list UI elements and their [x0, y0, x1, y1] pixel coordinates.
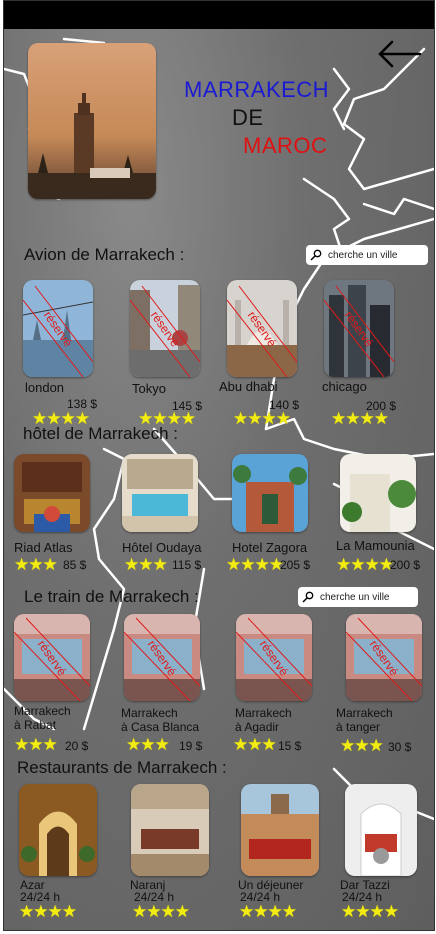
- train-route-line2: à Rabat: [14, 718, 57, 732]
- section-title-train: Le train de Marrakech :: [24, 587, 199, 606]
- train-price-casablanca: 19 $: [179, 739, 203, 753]
- rating-stars: ★★★: [340, 736, 384, 755]
- flight-name-chicago: chicago: [322, 379, 367, 394]
- search-input-train[interactable]: cherche un ville: [298, 587, 418, 607]
- train-route-line2: à Agadir: [235, 720, 280, 734]
- rating-stars: ★★★★: [341, 902, 399, 921]
- flight-card-tokyo[interactable]: réservé: [130, 280, 200, 377]
- rating-stars: ★★★★: [239, 902, 297, 921]
- train-price-rabat: 20 $: [65, 739, 89, 753]
- train-route-line2: à tanger: [336, 720, 381, 734]
- app-screen: MARRAKECH DE MAROC Avion de Marrakech : …: [3, 0, 435, 931]
- train-route-line1: Marrakech: [336, 706, 393, 720]
- train-route-line2: à Casa Blanca: [121, 720, 200, 734]
- hotel-price-oudaya: 115 $: [172, 558, 202, 572]
- hotel-name-zagora: Hotel Zagora: [232, 540, 308, 555]
- train-price-agadir: 15 $: [278, 739, 302, 753]
- flight-name-abu-dhabi: Abu dhabi: [219, 379, 278, 394]
- title-de: DE: [232, 105, 264, 130]
- search-icon: [302, 591, 314, 603]
- train-price-tanger: 30 $: [388, 740, 412, 754]
- search-placeholder: cherche un ville: [328, 249, 398, 261]
- hotel-name-oudaya: Hôtel Oudaya: [122, 540, 202, 555]
- restaurant-card-azar[interactable]: [19, 784, 97, 876]
- train-route-line1: Marrakech: [235, 706, 292, 720]
- rating-stars: ★★★: [124, 555, 168, 574]
- search-placeholder: cherche un ville: [320, 591, 390, 603]
- title-maroc: MAROC: [243, 133, 328, 158]
- train-card-rabat[interactable]: réservé: [14, 614, 90, 701]
- rating-stars: ★★★★: [336, 555, 394, 574]
- restaurant-card-dar-tazzi[interactable]: [345, 784, 417, 876]
- flight-card-london[interactable]: réservé: [23, 280, 93, 377]
- hotel-price-la-mamounia: 200 $: [390, 558, 421, 572]
- train-card-tanger[interactable]: réservé: [346, 614, 422, 701]
- back-button[interactable]: [376, 39, 422, 69]
- restaurant-card-naranj[interactable]: [131, 784, 209, 876]
- section-title-restaurants: Restaurants de Marrakech :: [17, 758, 227, 777]
- flight-card-abu-dhabi[interactable]: réservé: [227, 280, 297, 377]
- search-input-avion[interactable]: cherche un ville: [306, 245, 428, 265]
- marrakech-header-photo: [28, 43, 156, 199]
- train-card-agadir[interactable]: réservé: [236, 614, 312, 701]
- flight-card-chicago[interactable]: réservé: [324, 280, 394, 377]
- hotel-card-riad-atlas[interactable]: [14, 454, 90, 532]
- hotel-price-zagora: 205 $: [280, 558, 311, 572]
- rating-stars: ★★★★: [233, 409, 291, 428]
- flight-name-london: london: [25, 380, 65, 395]
- hotel-card-oudaya[interactable]: [122, 454, 198, 532]
- search-icon: [310, 249, 322, 261]
- hotel-name-la-mamounia: La Mamounia: [336, 538, 415, 553]
- rating-stars: ★★★★: [19, 902, 77, 921]
- rating-stars: ★★★: [233, 735, 277, 754]
- hotel-card-zagora[interactable]: [232, 454, 308, 532]
- hotel-name-riad-atlas: Riad Atlas: [14, 540, 73, 555]
- restaurant-card-un-dejeuner[interactable]: [241, 784, 319, 876]
- train-card-casablanca[interactable]: réservé: [124, 614, 200, 701]
- rating-stars: ★★★★: [226, 555, 284, 574]
- section-title-hotel: hôtel de Marrakech :: [23, 424, 178, 443]
- rating-stars: ★★★: [14, 555, 58, 574]
- train-route-line1: Marrakech: [121, 706, 178, 720]
- hotel-price-riad-atlas: 85 $: [63, 558, 87, 572]
- arrow-left-icon: [378, 40, 422, 68]
- rating-stars: ★★★★: [331, 409, 389, 428]
- rating-stars: ★★★★: [132, 902, 190, 921]
- flight-name-tokyo: Tokyo: [132, 381, 166, 396]
- hotel-card-la-mamounia[interactable]: [340, 454, 416, 532]
- rating-stars: ★★★: [126, 735, 170, 754]
- train-route-line1: Marrakech: [14, 704, 71, 718]
- title-marrakech: MARRAKECH: [184, 77, 330, 102]
- status-bar: [4, 1, 434, 29]
- rating-stars: ★★★: [14, 735, 58, 754]
- section-title-avion: Avion de Marrakech :: [24, 245, 185, 264]
